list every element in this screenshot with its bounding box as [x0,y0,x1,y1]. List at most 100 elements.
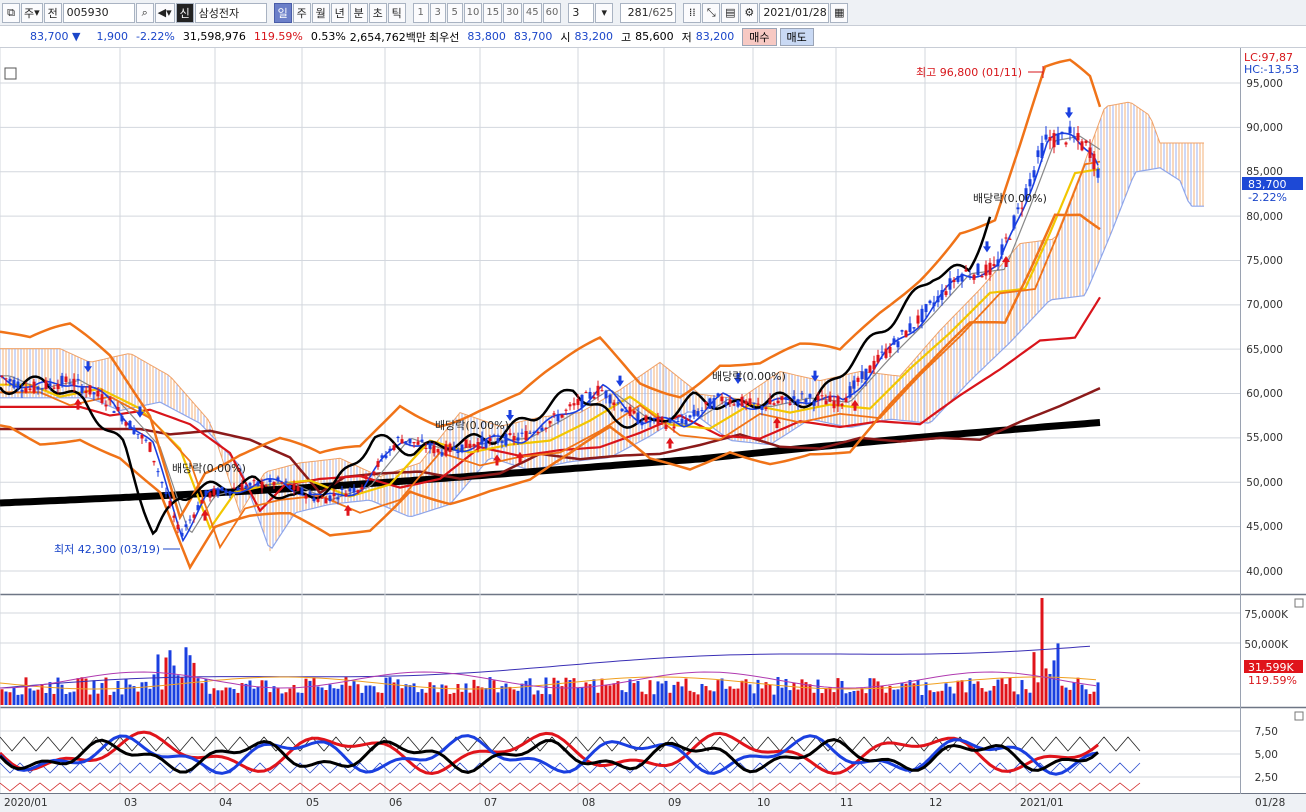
interval-3-button[interactable]: 3 [429,2,446,23]
volume-bar [240,683,244,705]
candle-body [488,438,492,442]
volume-bar [1036,682,1040,705]
volume-bar [836,678,840,705]
interval-15-button[interactable]: 15 [483,2,503,23]
volume-bar [684,678,688,705]
volume-bar [540,693,544,705]
candle-body [636,412,640,424]
volume-bar [912,683,916,705]
volume-bar [368,685,372,705]
candle-body [68,383,72,385]
volume-bar [812,692,816,705]
period-tick-button[interactable]: 틱 [387,2,406,23]
sound-icon[interactable]: ◀▾ [154,2,175,23]
period-day-button[interactable]: 일 [273,2,292,23]
window-restore-icon[interactable]: ⧉ [2,2,20,23]
period-type-select[interactable]: 주 ▾ [21,2,43,23]
candle-body [996,259,1000,267]
candle-body [180,532,184,537]
date-input[interactable]: 2021/01/28 [759,2,830,23]
volume-bar [188,655,192,705]
volume-bar [704,686,708,705]
period-week-button[interactable]: 주 [292,2,311,23]
candle-body [320,497,324,499]
interval-30-button[interactable]: 30 [503,2,522,23]
price-panel[interactable] [0,48,1240,593]
save-icon[interactable]: ▤ [721,2,740,23]
interval-60-button[interactable]: 60 [542,2,562,23]
candle-body [1020,207,1024,209]
volume-bar [244,683,248,705]
stock-code-input[interactable]: 005930 [62,2,135,23]
volume-bar [640,691,644,705]
volume-panel-close-icon[interactable] [1294,598,1304,608]
oscillator-panel[interactable] [0,709,1240,793]
count-input[interactable]: 281/625 [620,2,677,23]
current-ratio-tag: 119.59% [1248,674,1297,687]
interval-dropdown-icon[interactable]: ▾ [595,2,614,23]
candle-body [1008,238,1012,240]
volume-bar [564,677,568,705]
candle-body [712,398,716,409]
volume-bar [636,681,640,705]
volume-bar [148,688,152,705]
search-icon[interactable]: ⌕ [135,2,154,23]
candle-type-icon[interactable]: ⁞⁞ [683,2,702,23]
current-price-tag-text: 83,700 [1248,178,1287,191]
price-tick: 70,000 [1246,299,1283,311]
price-axis: 95,000 90,000 85,000 80,000 75,000 70,00… [1246,78,1283,578]
volume-bar [508,686,512,705]
volume-bar [12,687,16,705]
volume-bar [260,680,264,705]
candle-body [688,415,692,418]
volume-bar [852,690,856,705]
interval-45-button[interactable]: 45 [522,2,542,23]
volume-bar [404,684,408,705]
volume-bar [456,684,460,705]
volume-bar [500,686,504,705]
volume-value: 31,598,976 [182,30,246,43]
candle-body [608,394,612,404]
sell-button[interactable]: 매도 [779,27,814,46]
candle-body [1060,131,1064,134]
candle-body [272,481,276,486]
period-month-button[interactable]: 월 [311,2,330,23]
volume-bar [552,677,556,705]
volume-bar [512,689,516,705]
view-mode-button[interactable]: 전 [43,2,62,23]
volume-bar [64,693,68,705]
candle-body [72,378,76,386]
candle-body [116,407,120,411]
volume-bar [820,693,824,705]
price-tick: 40,000 [1246,566,1283,578]
volume-bar [380,692,384,705]
volume-bar [324,690,328,705]
candle-body [444,444,448,456]
buy-button[interactable]: 매수 [742,27,777,46]
osc-panel-close-icon[interactable] [1294,711,1304,721]
interval-input[interactable]: 3 [568,2,595,23]
candle-body [268,478,272,483]
high-label: 고 [621,30,632,44]
draw-tool-icon[interactable]: ⤡ [702,2,721,23]
candle-body [236,488,240,491]
candle-body [884,348,888,358]
interval-10-button[interactable]: 10 [463,2,483,23]
calendar-icon[interactable]: ▦ [830,2,849,23]
volume-bar [1020,680,1024,705]
candle-body [452,446,456,450]
interval-1-button[interactable]: 1 [412,2,429,23]
candle-body [880,351,884,353]
gear-icon[interactable]: ⚙ [740,2,759,23]
candle-body [292,483,296,490]
interval-5-button[interactable]: 5 [446,2,463,23]
current-change-tag: -2.22% [1248,191,1287,204]
volume-bar [824,688,828,705]
period-second-button[interactable]: 초 [368,2,387,23]
stock-chart-canvas[interactable]: 95,000 90,000 85,000 80,000 75,000 70,00… [0,48,1306,812]
period-minute-button[interactable]: 분 [349,2,368,23]
candle-body [256,481,260,486]
period-year-button[interactable]: 년 [330,2,349,23]
candle-body [912,327,916,329]
volume-bar [1068,689,1072,705]
